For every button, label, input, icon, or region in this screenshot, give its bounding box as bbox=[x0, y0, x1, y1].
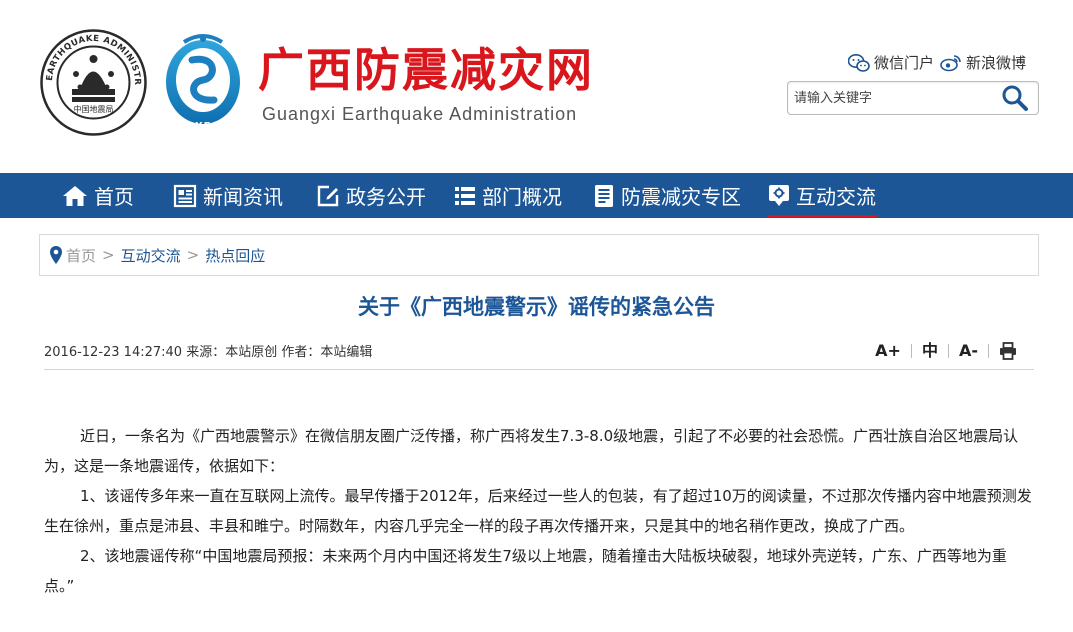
nav-item-government[interactable]: 政务公开 bbox=[316, 173, 426, 218]
font-small-button[interactable]: A- bbox=[949, 340, 988, 362]
wechat-label: 微信门户 bbox=[874, 54, 935, 72]
article-content: 近日，一条名为《广西地震警示》在微信朋友圈广泛传播，称广西将发生7.3-8.0级… bbox=[44, 421, 1034, 601]
font-large-button[interactable]: A+ bbox=[865, 340, 911, 362]
article-meta: 2016-12-23 14:27:40 来源：本站原创 作者：本站编辑 bbox=[44, 345, 373, 360]
logo-text: GXEA bbox=[186, 121, 221, 132]
edit-icon bbox=[317, 185, 339, 206]
site-subtitle: Guangxi Earthquake Administration bbox=[262, 104, 578, 124]
nav-item-home[interactable]: 首页 bbox=[62, 173, 134, 218]
search-input[interactable] bbox=[794, 86, 994, 110]
nav-label: 新闻资讯 bbox=[203, 185, 283, 209]
article-paragraph: 1、该谣传多年来一直在互联网上流传。最早传播于2012年，后来经过一些人的包装，… bbox=[44, 487, 1032, 535]
nav-label: 政务公开 bbox=[346, 185, 426, 209]
weibo-link[interactable]: 新浪微博 bbox=[940, 52, 1026, 73]
top-links: 微信门户 新浪微博 bbox=[848, 52, 1026, 73]
nav-label: 防震减灾专区 bbox=[621, 185, 741, 209]
breadcrumb: 首页 > 互动交流 > 热点回应 bbox=[39, 234, 1039, 276]
search-box bbox=[787, 81, 1039, 115]
nav-item-news[interactable]: 新闻资讯 bbox=[173, 173, 283, 218]
search-icon[interactable] bbox=[1000, 84, 1030, 112]
home-icon bbox=[63, 185, 87, 206]
news-icon bbox=[173, 184, 197, 207]
chat-icon bbox=[769, 184, 789, 206]
wechat-link[interactable]: 微信门户 bbox=[848, 52, 934, 73]
nav-item-department[interactable]: 部门概况 bbox=[454, 173, 562, 218]
breadcrumb-home[interactable]: 首页 bbox=[66, 245, 96, 266]
print-icon bbox=[1000, 342, 1016, 360]
china-earthquake-administration-seal: CHINA EARTHQUAKE ADMINISTRATION 中国地震局 bbox=[40, 29, 147, 136]
print-button[interactable] bbox=[989, 342, 1027, 360]
font-medium-button[interactable]: 中 bbox=[912, 340, 948, 362]
nav-label: 部门概况 bbox=[482, 185, 562, 209]
nav-label: 首页 bbox=[94, 185, 134, 209]
article-title: 关于《广西地震警示》谣传的紧急公告 bbox=[358, 295, 715, 319]
article-paragraph: 2、该地震谣传称“中国地震局预报：未来两个月内中国还将发生7级以上地震，随着撞击… bbox=[44, 547, 1007, 595]
wechat-icon bbox=[848, 53, 870, 72]
site-header: CHINA EARTHQUAKE ADMINISTRATION 中国地震局 GX… bbox=[0, 0, 1073, 173]
nav-item-interaction[interactable]: 互动交流 bbox=[768, 173, 878, 218]
weibo-label: 新浪微博 bbox=[966, 54, 1027, 72]
weibo-icon bbox=[940, 54, 961, 71]
breadcrumb-hot-response[interactable]: 热点回应 bbox=[205, 245, 265, 266]
breadcrumb-interaction[interactable]: 互动交流 bbox=[121, 245, 181, 266]
article-paragraph: 近日，一条名为《广西地震警示》在微信朋友圈广泛传播，称广西将发生7.3-8.0级… bbox=[44, 427, 1019, 475]
list-icon bbox=[455, 186, 475, 205]
meta-divider bbox=[44, 369, 1034, 370]
site-title: 广西防震减灾网 bbox=[258, 43, 594, 97]
nav-item-disaster-zone[interactable]: 防震减灾专区 bbox=[593, 173, 741, 218]
location-pin-icon bbox=[50, 246, 62, 264]
nav-label: 互动交流 bbox=[796, 185, 876, 209]
main-nav: 首页 新闻资讯 政务公开 部门概况 防震减灾专区 互动交流 bbox=[0, 173, 1073, 218]
article-tools: A+ 中 A- bbox=[865, 340, 1027, 362]
gxea-logo: GXEA bbox=[166, 34, 240, 132]
breadcrumb-separator: > bbox=[102, 246, 115, 264]
document-icon bbox=[595, 184, 613, 207]
breadcrumb-separator: > bbox=[186, 246, 200, 264]
seal-bottom-text: 中国地震局 bbox=[74, 104, 114, 114]
